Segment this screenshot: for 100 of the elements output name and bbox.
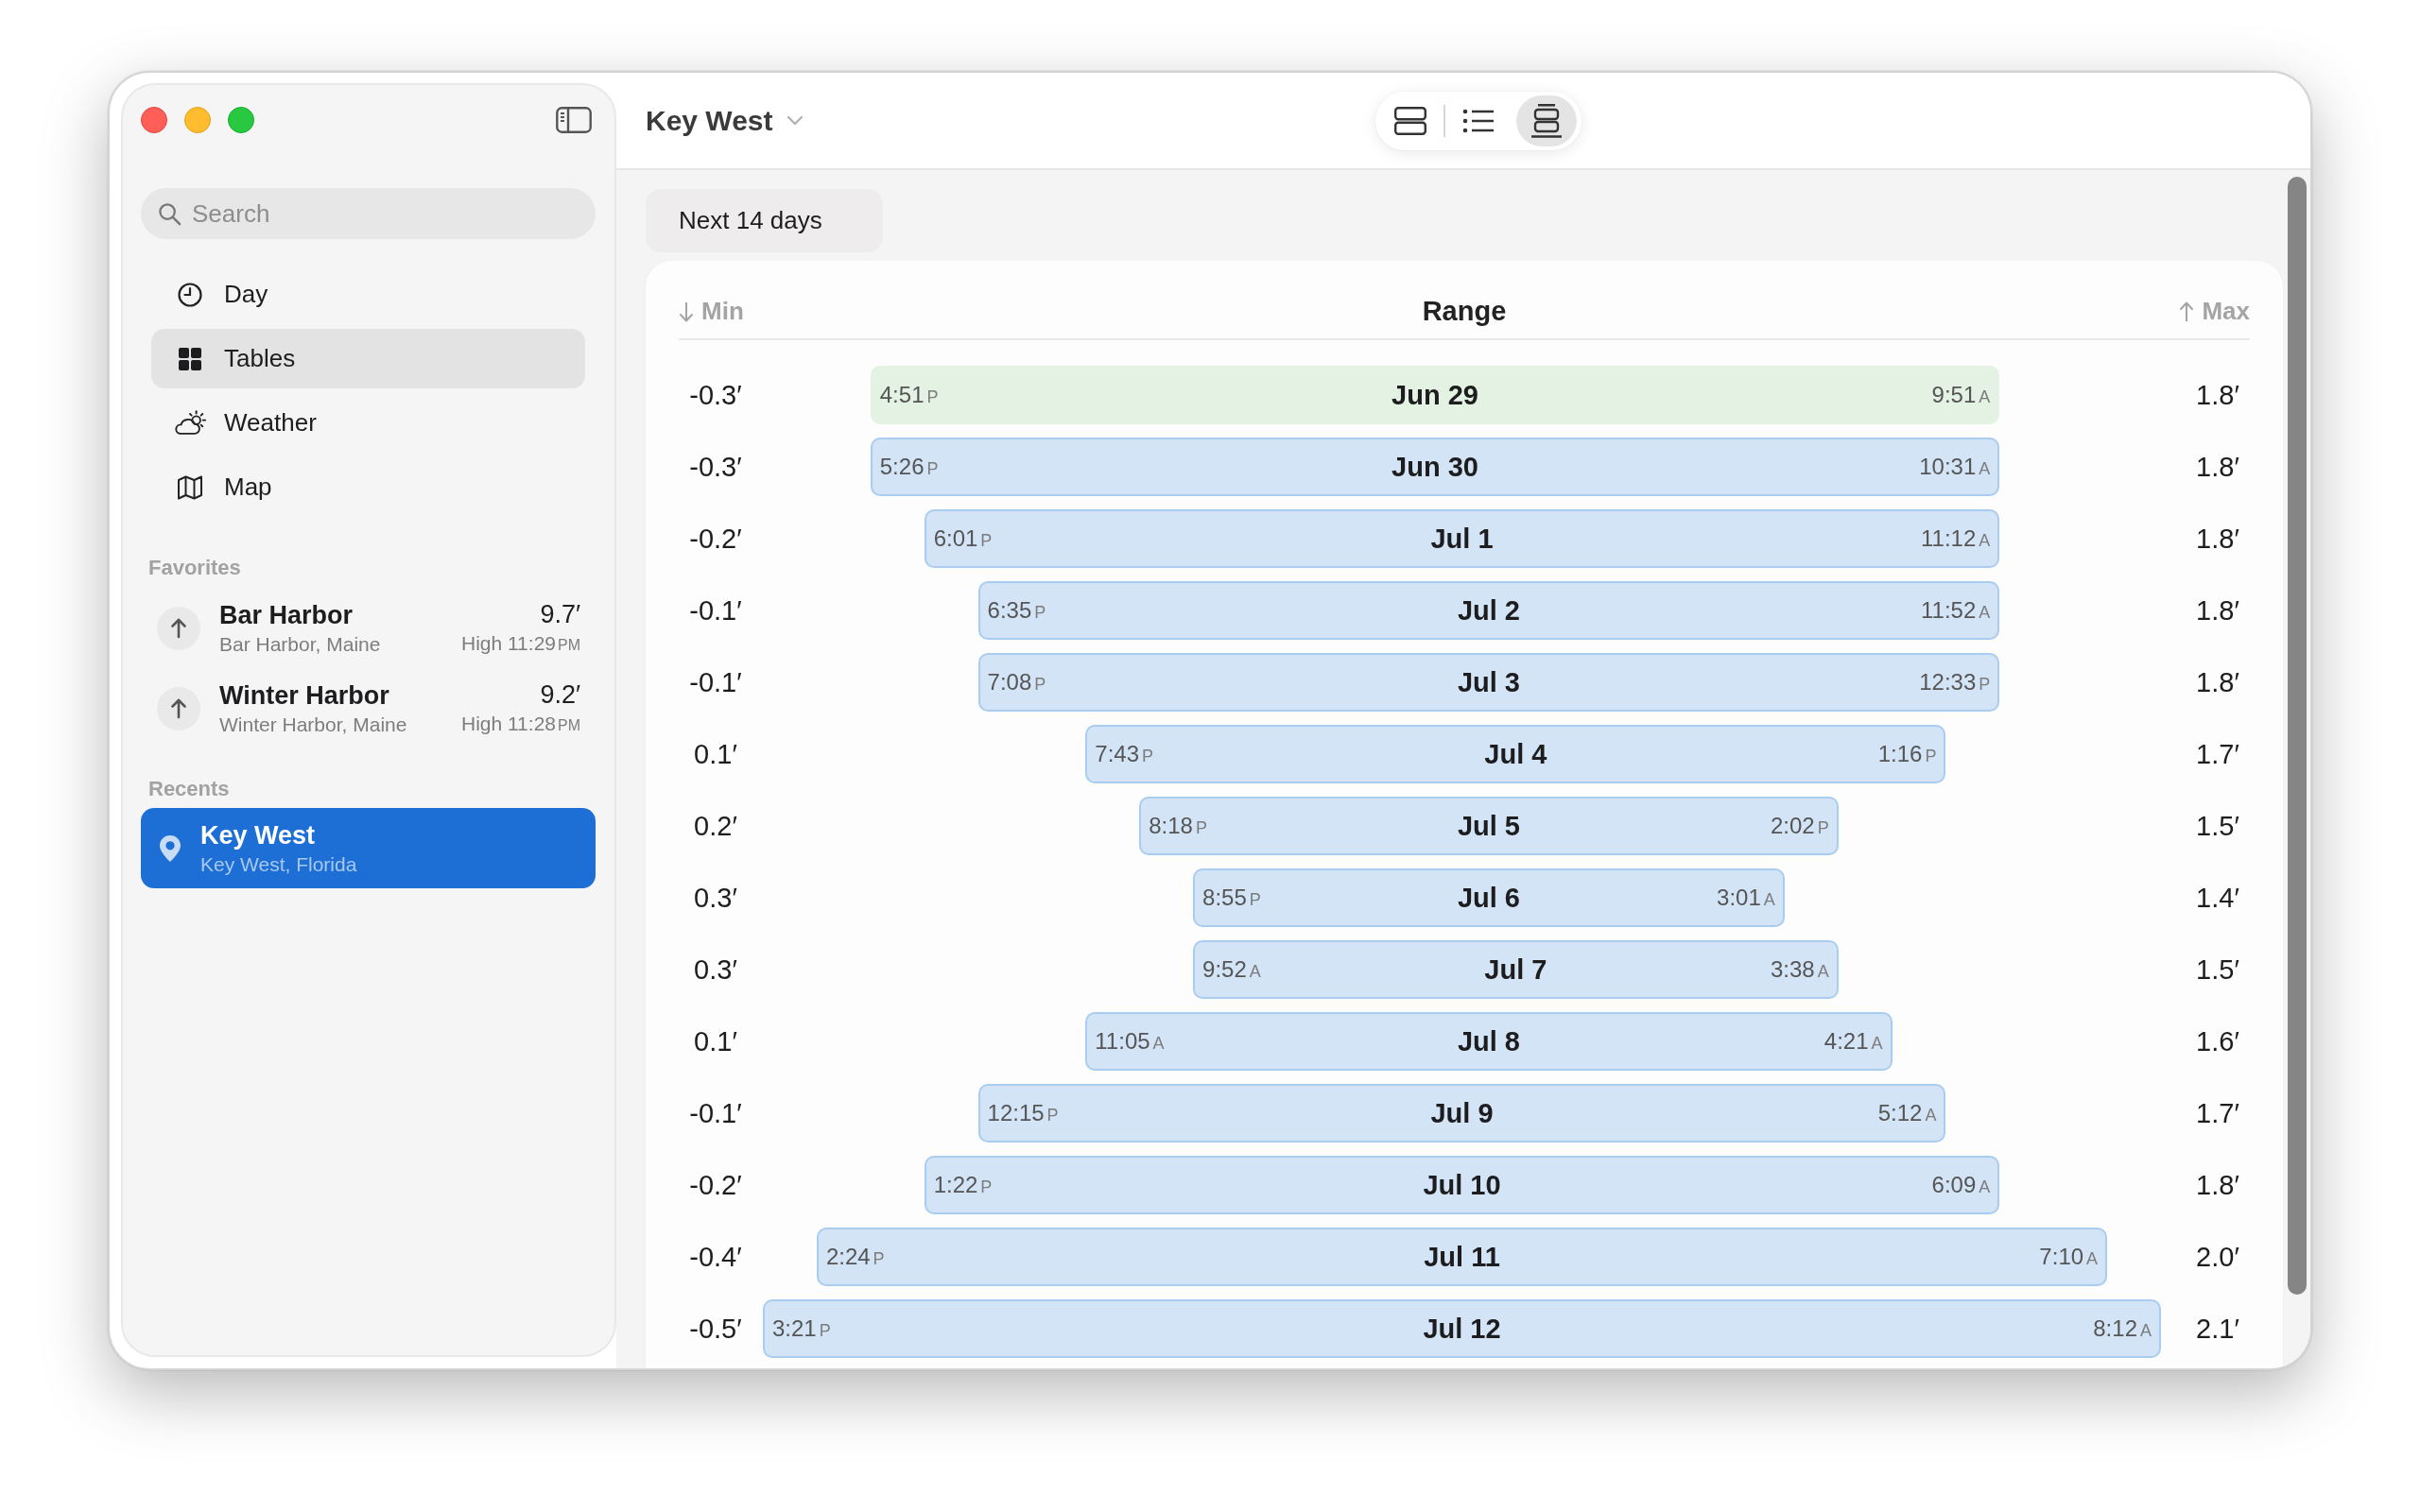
min-value: -0.3′ [688, 379, 743, 411]
cloud-sun-icon [173, 410, 207, 436]
arrow-up-icon [157, 686, 200, 730]
nav-item[interactable]: Tables [151, 329, 585, 388]
max-value: 1.5′ [2195, 954, 2240, 986]
nav-item[interactable]: Map [151, 457, 585, 517]
max-value: 1.8′ [2195, 594, 2240, 627]
date-label: Jul 2 [1457, 594, 1520, 627]
nav-item[interactable]: Day [151, 265, 585, 324]
max-value: 1.8′ [2195, 523, 2240, 555]
end-time: 5:12A [1877, 1100, 1937, 1126]
max-value: 1.8′ [2195, 666, 2240, 698]
recent-item[interactable]: Key West Key West, Florida [141, 808, 596, 888]
max-value: 1.8′ [2195, 1169, 2240, 1201]
section-heading: Favorites [147, 556, 242, 580]
tide-height: 9.7′ [540, 599, 580, 629]
location-name: Bar Harbor [219, 600, 354, 630]
arrow-up-icon [2179, 300, 2195, 323]
close-button[interactable] [141, 107, 167, 133]
end-time: 11:52A [1921, 597, 1991, 624]
min-value: -0.2′ [688, 523, 743, 555]
min-value: -0.3′ [688, 451, 743, 483]
tide-time: High 11:29 PM [460, 630, 580, 656]
max-value: 1.5′ [2195, 810, 2240, 842]
start-time: 6:01P [933, 525, 993, 552]
date-label: Jul 1 [1430, 523, 1494, 555]
min-value: -0.5′ [688, 1313, 743, 1345]
max-value: 1.4′ [2195, 882, 2240, 914]
map-icon [177, 473, 203, 501]
max-value: 1.7′ [2195, 1097, 2240, 1129]
start-time: 11:05A [1095, 1028, 1165, 1055]
stacked-rows-icon [1393, 106, 1426, 135]
end-time: 4:21A [1824, 1028, 1883, 1055]
location-menu-button[interactable]: Key West [646, 104, 804, 137]
max-value: 2.0′ [2195, 1241, 2240, 1273]
zoom-button[interactable] [228, 107, 254, 133]
column-header: Max [2202, 297, 2250, 326]
min-value: 0.1′ [693, 1025, 738, 1057]
date-label: Jul 10 [1423, 1169, 1501, 1201]
end-time: 3:01A [1717, 885, 1775, 911]
location-name: Winter Harbor [219, 680, 390, 711]
min-value: -0.2′ [688, 1169, 743, 1201]
clock-icon [177, 281, 203, 308]
max-value: 1.8′ [2195, 379, 2240, 411]
column-header: Range [1422, 296, 1507, 327]
end-time: 7:10A [2039, 1244, 2099, 1270]
start-time: 7:08P [987, 669, 1046, 696]
date-label: Jul 12 [1423, 1313, 1501, 1345]
search-field[interactable]: Search [141, 188, 596, 239]
start-time: 9:52A [1202, 956, 1261, 983]
min-value: -0.1′ [688, 1097, 743, 1129]
min-value: -0.4′ [688, 1241, 743, 1273]
end-time: 9:51A [1931, 382, 1991, 408]
arrow-up-icon [157, 606, 200, 650]
column-header: Min [701, 297, 744, 326]
date-label: Jul 6 [1457, 882, 1520, 914]
date-label: Jul 9 [1430, 1097, 1494, 1129]
arrow-down-icon [679, 300, 694, 323]
nav-item[interactable]: Weather [151, 393, 585, 453]
min-value: 0.1′ [693, 738, 738, 770]
location-name: Key West [200, 820, 317, 850]
min-value: 0.3′ [693, 882, 738, 914]
view-mode-button[interactable] [1515, 94, 1577, 146]
date-label: Jul 7 [1484, 954, 1547, 986]
date-label: Jun 29 [1392, 379, 1478, 411]
end-time: 8:12A [2093, 1315, 2152, 1342]
max-value: 2.1′ [2195, 1313, 2240, 1345]
end-time: 11:12A [1921, 525, 1991, 552]
min-value: -0.1′ [688, 666, 743, 698]
date-label: Jun 30 [1392, 451, 1478, 483]
date-label: Jul 3 [1457, 666, 1520, 698]
date-label: Jul 8 [1457, 1025, 1520, 1057]
min-value: 0.3′ [693, 954, 738, 986]
min-value: 0.2′ [693, 810, 738, 842]
min-value: -0.1′ [688, 594, 743, 627]
search-icon [158, 202, 182, 226]
max-value: 1.7′ [2195, 738, 2240, 770]
tide-height: 9.2′ [540, 679, 580, 710]
end-time: 10:31A [1919, 454, 1991, 480]
chevron-down-icon [786, 115, 804, 126]
max-value: 1.6′ [2195, 1025, 2240, 1057]
tide-time: High 11:28 PM [460, 711, 580, 736]
location-pin-icon [159, 833, 182, 863]
location-subtitle: Bar Harbor, Maine [219, 631, 382, 656]
scrollbar[interactable] [2288, 177, 2307, 1295]
end-time: 12:33P [1919, 669, 1991, 696]
section-heading: Recents [147, 777, 231, 801]
centered-rows-icon [1530, 103, 1563, 138]
sidebar-toggle-icon[interactable] [556, 107, 592, 133]
location-subtitle: Winter Harbor, Maine [219, 712, 408, 736]
end-time: 3:38A [1770, 956, 1829, 983]
grid-icon [177, 345, 203, 372]
date-label: Jul 4 [1484, 738, 1547, 770]
end-time: 6:09A [1931, 1172, 1991, 1198]
date-label: Jul 5 [1457, 810, 1520, 842]
range-tab[interactable]: Next 14 days [646, 189, 883, 252]
max-value: 1.8′ [2195, 451, 2240, 483]
location-subtitle: Key West, Florida [200, 851, 358, 876]
start-time: 6:35P [987, 597, 1046, 624]
date-label: Jul 11 [1424, 1241, 1500, 1273]
